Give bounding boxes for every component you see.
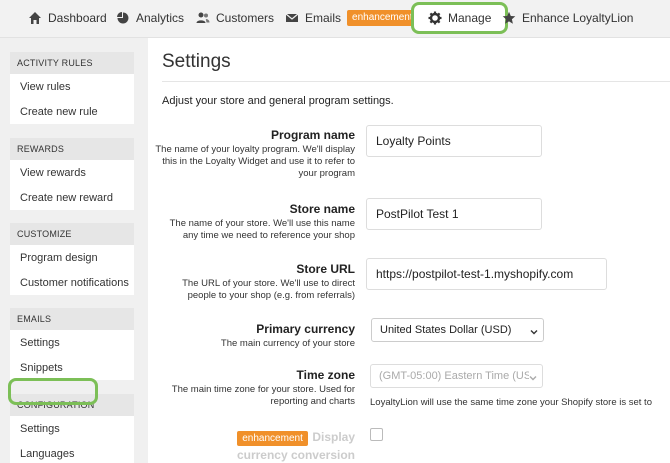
nav-customers[interactable]: Customers: [196, 0, 274, 36]
primary-currency-help: The main currency of your store: [220, 338, 355, 349]
sidebar-group-customize: CUSTOMIZE Program design Customer notifi…: [10, 223, 134, 295]
store-name-label: Store name: [289, 202, 355, 216]
display-currency-label-block: enhancement Display currency conversion: [200, 428, 355, 463]
sidebar-item-languages[interactable]: Languages: [10, 441, 134, 463]
store-url-label-block: Store URL The URL of your store. We'll u…: [155, 262, 355, 302]
chevron-down-icon: [530, 327, 538, 335]
display-currency-checkbox[interactable]: [370, 428, 383, 441]
sidebar-item-view-rewards[interactable]: View rewards: [10, 160, 134, 185]
sidebar-item-settings[interactable]: Settings: [10, 416, 134, 441]
store-name-label-block: Store name The name of your store. We'll…: [155, 202, 355, 242]
time-zone-note: LoyaltyLion will use the same time zone …: [370, 397, 652, 408]
primary-currency-select[interactable]: United States Dollar (USD): [371, 318, 544, 342]
primary-currency-label-block: Primary currency The main currency of yo…: [155, 322, 355, 350]
gear-icon: [428, 11, 442, 25]
star-icon: [502, 11, 516, 25]
nav-analytics[interactable]: Analytics: [116, 0, 184, 36]
sidebar-group-activity-rules: ACTIVITY RULES View rules Create new rul…: [10, 52, 134, 124]
program-name-label-block: Program name The name of your loyalty pr…: [155, 128, 355, 180]
program-name-input[interactable]: [366, 125, 542, 157]
enhancement-badge: enhancement: [347, 10, 418, 26]
store-name-input[interactable]: [366, 198, 542, 230]
time-zone-value: (GMT-05:00) Eastern Time (US & Canada): [379, 370, 529, 382]
time-zone-label-block: Time zone The main time zone for your st…: [155, 368, 355, 408]
sidebar-item-customer-notifications[interactable]: Customer notifications: [10, 270, 134, 295]
program-name-label: Program name: [270, 128, 355, 142]
store-url-input[interactable]: [366, 258, 607, 290]
enhancement-badge: enhancement: [237, 431, 308, 446]
sidebar: ACTIVITY RULES View rules Create new rul…: [0, 38, 148, 463]
store-url-help: The URL of your store. We'll use to dire…: [182, 278, 355, 301]
home-icon: [28, 11, 42, 25]
sidebar-group-heading: CONFIGURATION: [10, 394, 134, 416]
main-content: Settings Adjust your store and general p…: [148, 38, 670, 463]
sidebar-group-emails: EMAILS Settings Snippets: [10, 308, 134, 380]
nav-dashboard-label: Dashboard: [48, 11, 107, 25]
sidebar-group-heading: ACTIVITY RULES: [10, 52, 134, 74]
nav-manage-label: Manage: [448, 11, 492, 25]
sidebar-item-email-settings[interactable]: Settings: [10, 330, 134, 355]
page-subtitle: Adjust your store and general program se…: [162, 95, 394, 107]
nav-enhance-label: Enhance LoyaltyLion: [522, 11, 634, 25]
users-icon: [196, 11, 210, 25]
nav-emails-label: Emails: [305, 11, 342, 25]
nav-manage[interactable]: Manage: [411, 2, 509, 34]
nav-customers-label: Customers: [216, 11, 275, 25]
page-title: Settings: [162, 51, 231, 72]
pie-chart-icon: [116, 11, 130, 25]
nav-analytics-label: Analytics: [136, 11, 185, 25]
sidebar-group-heading: REWARDS: [10, 138, 134, 160]
store-url-label: Store URL: [296, 262, 355, 276]
primary-currency-value: United States Dollar (USD): [380, 324, 512, 336]
sidebar-group-rewards: REWARDS View rewards Create new reward: [10, 138, 134, 210]
time-zone-help: The main time zone for your store. Used …: [171, 384, 355, 407]
top-navigation: Dashboard Analytics Customers Emails enh…: [0, 0, 670, 38]
sidebar-group-heading: CUSTOMIZE: [10, 223, 134, 245]
sidebar-item-program-design[interactable]: Program design: [10, 245, 134, 270]
program-name-help: The name of your loyalty program. We'll …: [155, 144, 355, 179]
nav-emails[interactable]: Emails enhancement: [285, 0, 418, 36]
divider: [162, 81, 670, 82]
store-name-help: The name of your store. We'll use this n…: [169, 218, 355, 241]
sidebar-item-create-new-rule[interactable]: Create new rule: [10, 99, 134, 124]
primary-currency-label: Primary currency: [256, 322, 355, 336]
time-zone-select: (GMT-05:00) Eastern Time (US & Canada): [370, 364, 543, 388]
sidebar-group-configuration: CONFIGURATION Settings Languages: [10, 394, 134, 463]
sidebar-item-create-new-reward[interactable]: Create new reward: [10, 185, 134, 210]
sidebar-item-view-rules[interactable]: View rules: [10, 74, 134, 99]
envelope-icon: [285, 11, 299, 25]
sidebar-item-snippets[interactable]: Snippets: [10, 355, 134, 380]
time-zone-label: Time zone: [296, 368, 355, 382]
nav-enhance-loyaltylion[interactable]: Enhance LoyaltyLion: [502, 0, 633, 36]
nav-dashboard[interactable]: Dashboard: [28, 0, 107, 36]
chevron-down-icon: [529, 373, 537, 381]
sidebar-group-heading: EMAILS: [10, 308, 134, 330]
